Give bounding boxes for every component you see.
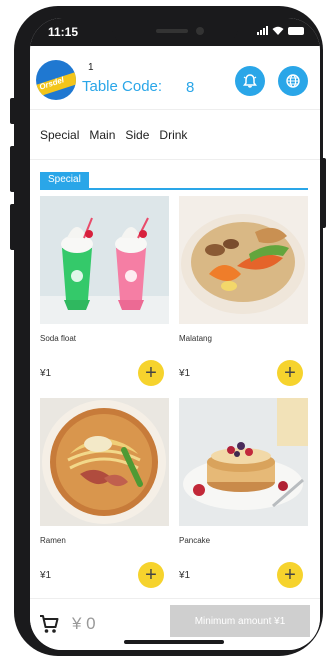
phone-power-button (320, 158, 326, 228)
pancake-image (179, 398, 308, 526)
plus-icon: + (145, 362, 157, 384)
home-indicator[interactable] (124, 640, 224, 644)
product-card[interactable]: Ramen ¥1 + (40, 398, 169, 598)
product-name: Soda float (40, 334, 77, 343)
product-price: ¥1 (40, 368, 52, 379)
language-button[interactable] (278, 66, 308, 96)
signal-icon (257, 26, 268, 35)
tab-main[interactable]: Main (89, 128, 115, 142)
add-to-cart-button[interactable]: + (138, 562, 164, 588)
app-header: Orsdel 1 Table Code: 8 (30, 48, 320, 110)
add-to-cart-button[interactable]: + (277, 562, 303, 588)
phone-volume-down-button (10, 204, 16, 250)
battery-icon (288, 26, 304, 35)
add-to-cart-button[interactable]: + (138, 360, 164, 386)
ramen-image (40, 398, 169, 526)
wifi-icon (272, 26, 284, 35)
soda-float-image (40, 196, 169, 324)
seat-number: 1 (88, 62, 94, 73)
product-price: ¥1 (40, 570, 52, 581)
malatang-image (179, 196, 308, 324)
plus-icon: + (145, 564, 157, 586)
product-name: Pancake (179, 536, 211, 545)
product-card[interactable]: Soda float ¥1 + (40, 196, 169, 396)
product-name: Ramen (40, 536, 66, 545)
plus-icon: + (284, 564, 296, 586)
cart-total: ¥ 0 (72, 614, 96, 633)
product-card[interactable]: Pancake ¥1 + (179, 398, 308, 598)
tab-side[interactable]: Side (125, 128, 149, 142)
cart-icon[interactable] (38, 613, 60, 635)
tab-special[interactable]: Special (40, 128, 79, 142)
app-screen: 11:15 Orsdel 1 Table Code: 8 Special Mai… (30, 18, 320, 650)
plus-icon: + (284, 362, 296, 384)
front-camera (196, 27, 204, 35)
restaurant-logo: Orsdel (36, 60, 76, 100)
status-time: 11:15 (48, 25, 79, 39)
speaker-grille (156, 29, 188, 33)
add-to-cart-button[interactable]: + (277, 360, 303, 386)
product-name: Malatang (179, 334, 212, 343)
table-code-value: 8 (186, 79, 195, 96)
product-price: ¥1 (179, 570, 191, 581)
call-waiter-button[interactable] (235, 66, 265, 96)
tab-drink[interactable]: Drink (159, 128, 187, 142)
status-icons (257, 26, 304, 35)
product-price: ¥1 (179, 368, 191, 379)
phone-volume-up-button (10, 146, 16, 192)
section-header: Special (40, 172, 308, 190)
globe-icon (286, 74, 300, 88)
category-tabs: Special Main Side Drink (30, 110, 320, 160)
status-bar: 11:15 (30, 18, 320, 48)
phone-side-button (10, 98, 16, 124)
product-card[interactable]: Malatang ¥1 + (179, 196, 308, 396)
table-code-label: Table Code: (82, 78, 163, 95)
notch (112, 18, 238, 44)
checkout-button[interactable]: Minimum amount ¥1 (170, 605, 310, 637)
section-title: Special (40, 172, 89, 188)
bell-icon (243, 74, 257, 88)
